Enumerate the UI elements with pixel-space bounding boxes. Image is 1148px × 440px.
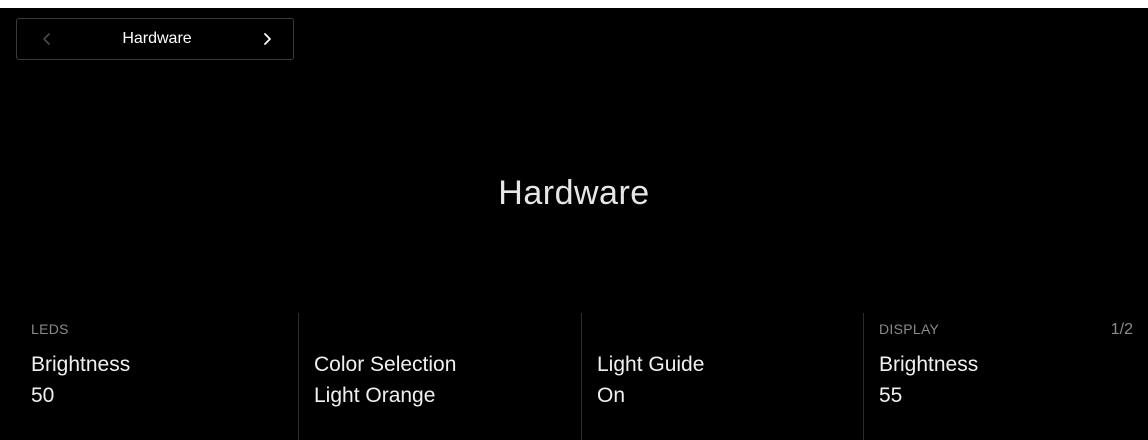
device-screen: Hardware Hardware LEDS Brightness 50 Col… xyxy=(0,8,1148,440)
param-display-brightness[interactable]: DISPLAY Brightness 55 xyxy=(863,313,1145,440)
param-group-label: DISPLAY xyxy=(879,321,940,337)
param-name: Brightness xyxy=(31,353,131,376)
param-name: Light Guide xyxy=(597,353,705,376)
param-group-label: LEDS xyxy=(31,321,69,337)
chevron-left-icon xyxy=(43,33,50,45)
page-title: Hardware xyxy=(498,174,650,212)
param-value: 55 xyxy=(879,384,903,407)
param-light-guide[interactable]: Light Guide On xyxy=(581,313,863,440)
section-label: Hardware xyxy=(122,30,192,47)
page-indicator: 1/2 xyxy=(1110,321,1133,338)
param-name: Brightness xyxy=(879,353,979,376)
param-name: Color Selection xyxy=(314,353,457,376)
parameter-row: LEDS Brightness 50 Color Selection Light… xyxy=(16,313,1148,440)
section-navigator: Hardware xyxy=(16,18,294,60)
next-section-button[interactable] xyxy=(255,27,279,51)
param-color-selection[interactable]: Color Selection Light Orange xyxy=(298,313,580,440)
chevron-right-icon xyxy=(264,33,271,45)
param-value: On xyxy=(597,384,626,407)
param-value: Light Orange xyxy=(314,384,436,407)
param-value: 50 xyxy=(31,384,55,407)
param-leds-brightness[interactable]: LEDS Brightness 50 xyxy=(16,313,298,440)
prev-section-button[interactable] xyxy=(35,27,59,51)
